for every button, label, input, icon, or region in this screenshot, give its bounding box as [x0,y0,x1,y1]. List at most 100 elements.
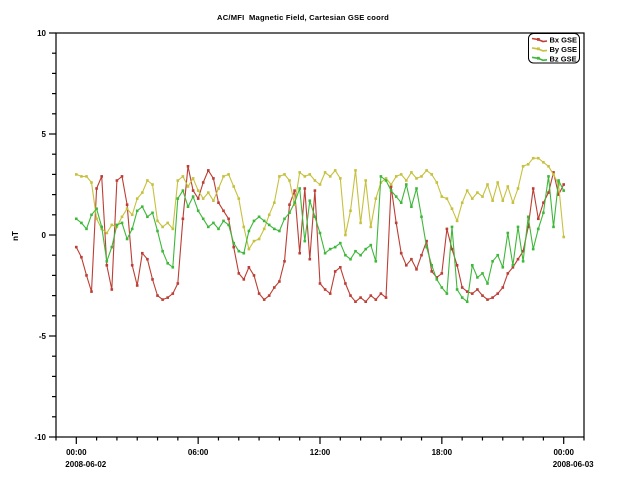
data-point-marker [557,179,560,182]
data-point-marker [400,201,403,204]
data-point-marker [339,177,342,180]
data-point-marker [111,288,114,291]
data-point-marker [253,220,256,223]
data-point-marker [212,222,215,225]
data-point-marker [314,189,317,192]
data-point-marker [288,179,291,182]
data-point-marker [410,258,413,261]
x-tick-label: 12:00 [310,448,331,457]
data-point-marker [151,212,154,215]
data-point-marker [309,258,312,261]
data-point-marker [547,191,550,194]
legend-item-label: Bz GSE [550,54,577,63]
data-point-marker [329,248,332,251]
data-point-marker [359,222,362,225]
data-point-marker [471,197,474,200]
data-point-marker [273,228,276,231]
data-point-marker [111,224,114,227]
data-point-marker [375,260,378,263]
data-point-marker [100,226,103,229]
data-point-marker [111,246,114,249]
legend-sample-marker [537,57,540,60]
data-point-marker [222,220,225,223]
data-point-marker [207,226,210,229]
data-point-marker [288,203,291,206]
data-point-marker [80,256,83,259]
magnetic-field-chart[interactable]: AC/MFI Magnetic Field, Cartesian GSE coo… [0,0,640,480]
data-point-marker [375,197,378,200]
data-point-marker [410,205,413,208]
data-point-marker [334,246,337,249]
y-tick-label: 10 [37,29,46,38]
data-point-marker [121,222,124,225]
data-point-marker [542,161,545,164]
data-point-marker [177,282,180,285]
data-point-marker [232,185,235,188]
data-point-marker [354,169,357,172]
data-point-marker [319,183,322,186]
data-point-marker [177,179,180,182]
data-point-marker [304,240,307,243]
data-point-marker [146,179,149,182]
data-point-marker [339,266,342,269]
data-point-marker [542,212,545,215]
data-point-marker [537,228,540,231]
data-point-marker [370,226,373,229]
data-point-marker [243,226,246,229]
data-point-marker [344,234,347,237]
data-point-marker [370,244,373,247]
data-point-marker [212,199,215,202]
data-point-marker [420,254,423,257]
data-point-marker [141,191,144,194]
data-point-marker [380,175,383,178]
data-point-marker [80,222,83,225]
data-point-marker [537,218,540,221]
data-point-marker [146,258,149,261]
data-point-marker [126,238,129,241]
data-point-marker [502,199,505,202]
x-tick-label: 06:00 [188,448,209,457]
data-point-marker [192,189,195,192]
data-point-marker [192,177,195,180]
data-point-marker [126,207,129,210]
data-point-marker [106,232,109,235]
data-point-marker [517,226,520,229]
data-point-marker [441,272,444,275]
data-point-marker [273,201,276,204]
data-point-marker [146,216,149,219]
data-point-marker [217,228,220,231]
data-point-marker [187,205,190,208]
data-point-marker [232,242,235,245]
data-point-marker [547,165,550,168]
data-point-marker [456,220,459,223]
data-point-marker [420,175,423,178]
data-point-marker [314,179,317,182]
plot-window: AC/MFI Magnetic Field, Cartesian GSE coo… [0,0,640,480]
data-point-marker [425,246,428,249]
data-point-marker [227,224,230,227]
data-point-marker [166,222,169,225]
chart-title: AC/MFI Magnetic Field, Cartesian GSE coo… [217,13,389,22]
data-point-marker [496,181,499,184]
y-tick-label: 0 [42,231,47,240]
data-point-marker [359,254,362,257]
data-point-marker [258,238,261,241]
data-point-marker [121,216,124,219]
data-point-marker [562,183,565,186]
data-point-marker [446,228,449,231]
data-point-marker [441,286,444,289]
data-point-marker [227,173,230,176]
data-point-marker [364,248,367,251]
data-point-marker [90,181,93,184]
data-point-marker [212,177,215,180]
data-point-marker [131,214,134,217]
data-point-marker [268,294,271,297]
data-point-marker [283,173,286,176]
data-point-marker [263,220,266,223]
data-point-marker [430,270,433,273]
data-point-marker [400,252,403,255]
data-point-marker [298,171,301,174]
data-point-marker [85,274,88,277]
data-point-marker [172,292,175,295]
data-point-marker [461,286,464,289]
